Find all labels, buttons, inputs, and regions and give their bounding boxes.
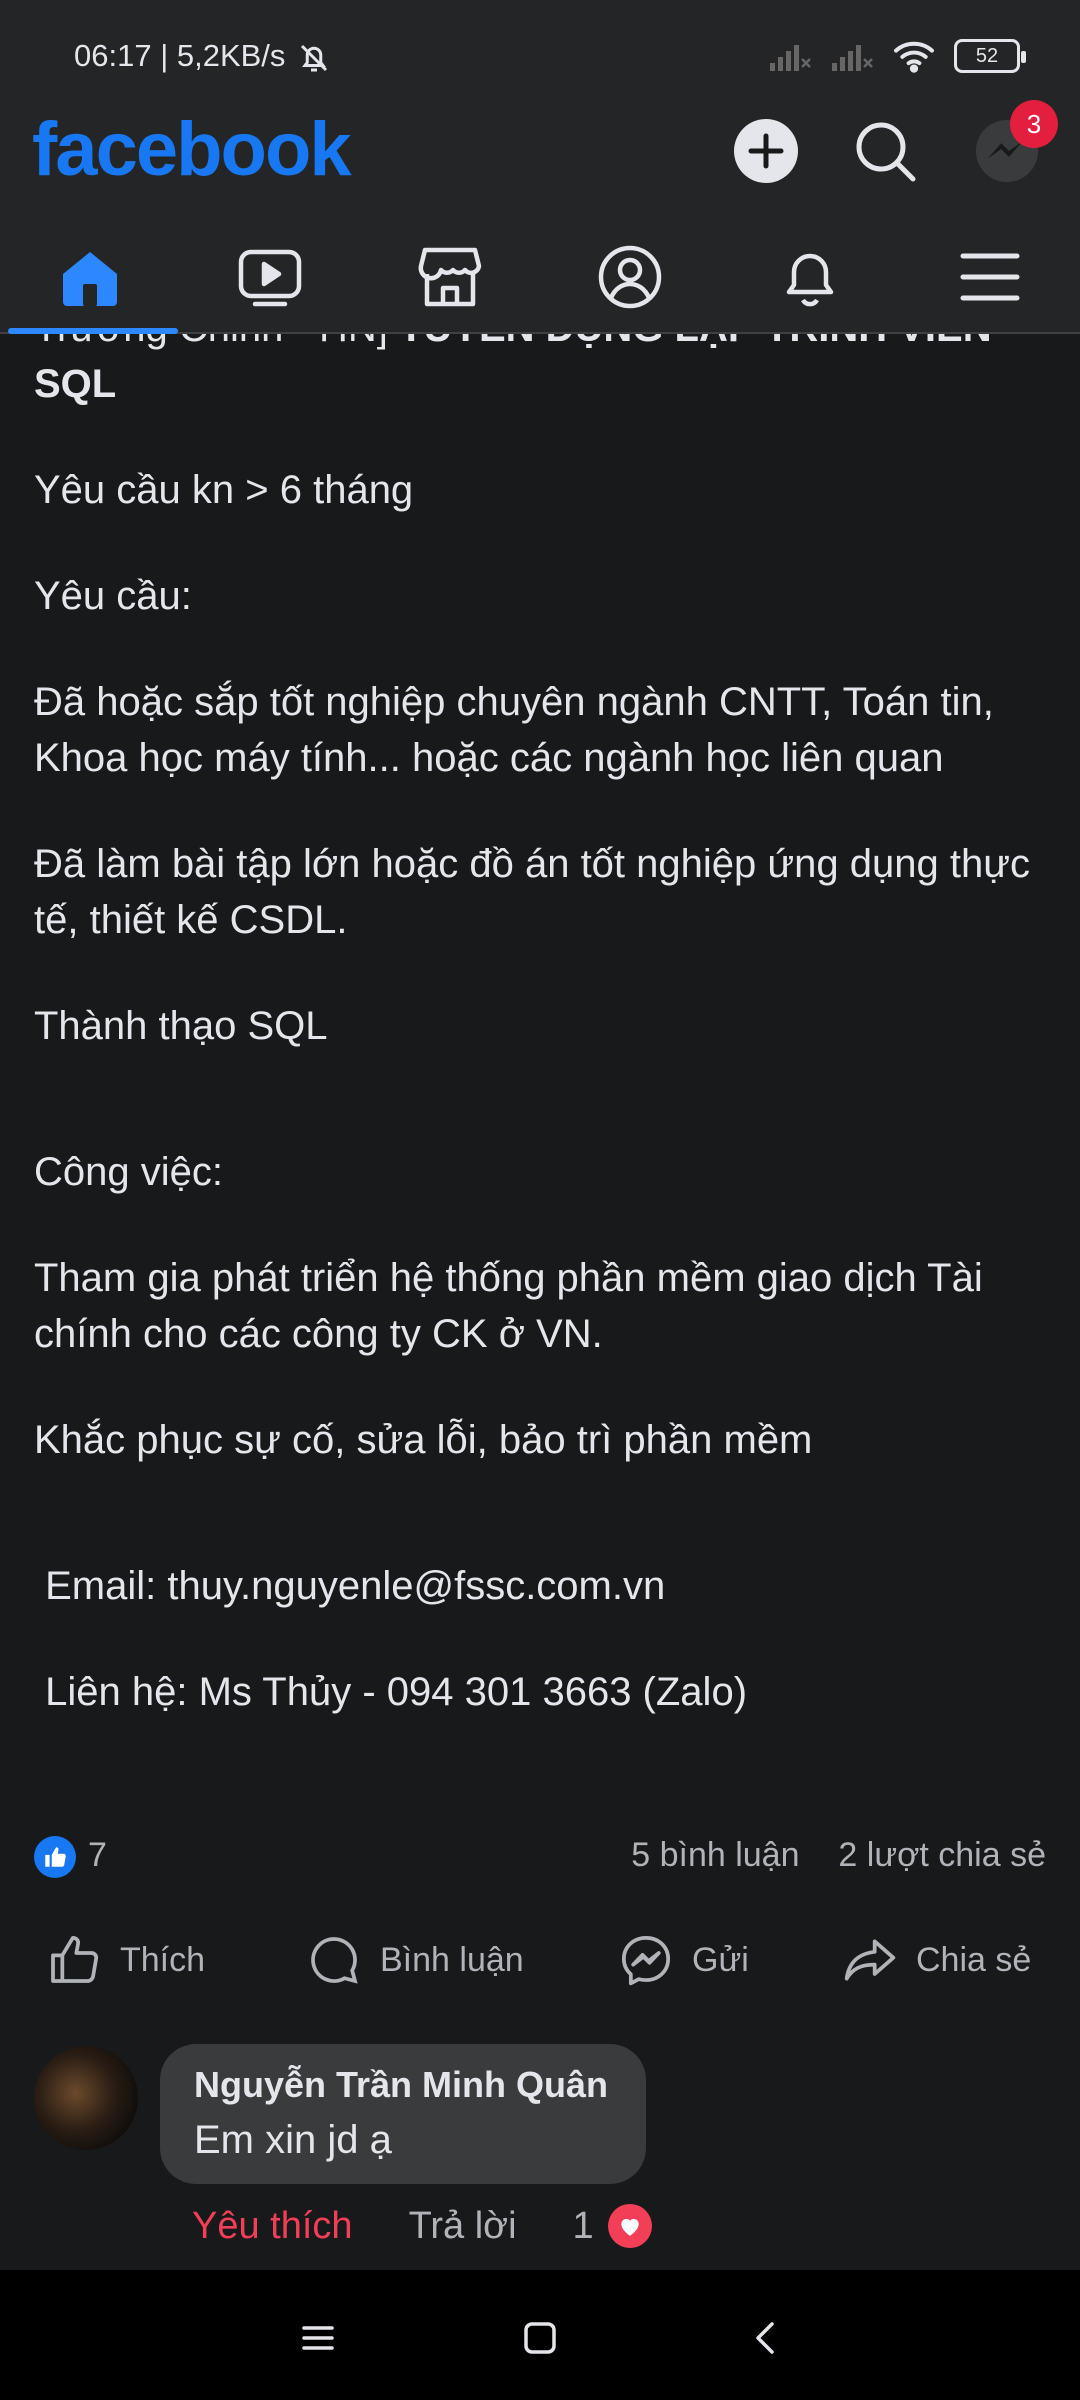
add-icon xyxy=(734,119,798,183)
bell-off-icon xyxy=(300,44,328,72)
search-icon xyxy=(856,122,916,182)
post-line: Yêu cầu: xyxy=(34,574,192,618)
post-email: Email: thuy.nguyenle@fssc.com.vn xyxy=(34,1564,666,1608)
comment-reaction-count: 1 xyxy=(572,2204,594,2247)
signal-off-icon xyxy=(770,45,811,71)
reactions-summary[interactable]: 7 5 bình luận 2 lượt chia sẻ xyxy=(0,1826,1080,1886)
send-button[interactable]: Gửi xyxy=(618,1920,749,2000)
status-icons: 52 xyxy=(768,34,1026,78)
main-nav xyxy=(0,222,1080,334)
like-icon xyxy=(51,1935,99,1983)
comment-label: Bình luận xyxy=(380,1940,524,1979)
video-icon xyxy=(238,249,302,307)
like-count: 7 xyxy=(88,1836,107,1874)
comment-actions: Yêu thích Trả lời 1 xyxy=(192,2196,652,2256)
share-icon xyxy=(844,1939,896,1981)
comment-button[interactable]: Bình luận xyxy=(306,1920,524,2000)
post-text: Trường Chinh - HN] TUYỂN DỤNG LẬP TRÌNH … xyxy=(34,334,1046,1770)
battery-icon: 52 xyxy=(954,39,1026,73)
post-line: Công việc: xyxy=(34,1150,223,1194)
menu-icon xyxy=(960,253,1020,301)
post-body: Trường Chinh - HN] TUYỂN DỤNG LẬP TRÌNH … xyxy=(0,334,1080,1824)
profile-icon xyxy=(598,245,662,309)
signal-off-icon xyxy=(832,45,873,71)
marketplace-icon xyxy=(418,247,482,307)
back-button[interactable] xyxy=(738,2310,794,2366)
notifications-icon xyxy=(786,253,834,307)
tab-menu[interactable] xyxy=(900,222,1080,332)
tab-home[interactable] xyxy=(0,222,180,332)
like-label: Thích xyxy=(120,1940,206,1979)
menu-lines-icon xyxy=(302,2326,334,2350)
square-home-icon xyxy=(524,2322,556,2354)
back-chevron-icon xyxy=(756,2322,774,2354)
tab-video[interactable] xyxy=(180,222,360,332)
post-actions: Thích Bình luận Gửi Chia sẻ xyxy=(0,1920,1080,2000)
messenger-send-icon xyxy=(621,1935,671,1986)
like-reaction-icon xyxy=(34,1836,76,1878)
like-button[interactable]: Thích xyxy=(46,1920,205,2000)
post-line: Yêu cầu kn > 6 tháng xyxy=(34,468,414,512)
tab-notifications[interactable] xyxy=(720,222,900,332)
post-line: Thành thạo SQL xyxy=(34,1004,328,1048)
post-line: Đã làm bài tập lớn hoặc đồ án tốt nghiệp… xyxy=(34,842,1030,942)
post-counts: 5 bình luận 2 lượt chia sẻ xyxy=(631,1836,1046,1875)
facebook-logo[interactable]: facebook xyxy=(32,110,352,190)
heart-icon[interactable] xyxy=(607,2204,652,2248)
system-nav-bar xyxy=(0,2270,1080,2400)
status-time: 06:17 | 5,2KB/s xyxy=(74,38,286,73)
create-button[interactable] xyxy=(733,118,799,184)
share-button[interactable]: Chia sẻ xyxy=(842,1920,1031,2000)
send-label: Gửi xyxy=(692,1940,749,1979)
home-system-button[interactable] xyxy=(512,2310,568,2366)
status-bar: 06:17 | 5,2KB/s 52 xyxy=(0,0,1080,110)
recents-button[interactable] xyxy=(290,2310,346,2366)
post-line: Tham gia phát triển hệ thống phần mềm gi… xyxy=(34,1256,983,1356)
post-line: Đã hoặc sắp tốt nghiệp chuyên ngành CNTT… xyxy=(34,680,994,780)
search-button[interactable] xyxy=(852,118,918,184)
wifi-icon xyxy=(894,41,934,73)
comment-bubble[interactable]: Nguyễn Trần Minh Quân Em xin jd ạ xyxy=(160,2044,646,2184)
tab-profile[interactable] xyxy=(540,222,720,332)
comment-author[interactable]: Nguyễn Trần Minh Quân xyxy=(194,2064,608,2106)
comment-reply-button[interactable]: Trả lời xyxy=(409,2205,517,2248)
tab-marketplace[interactable] xyxy=(360,222,540,332)
battery-level: 52 xyxy=(975,44,999,67)
messenger-badge: 3 xyxy=(1010,100,1058,148)
comment-text: Em xin jd ạ xyxy=(194,2118,392,2162)
share-label: Chia sẻ xyxy=(916,1940,1032,1979)
home-icon xyxy=(63,252,117,306)
post-contact: Liên hệ: Ms Thủy - 094 301 3663 (Zalo) xyxy=(34,1670,748,1714)
commenter-avatar[interactable] xyxy=(34,2046,138,2150)
comments-count[interactable]: 5 bình luận xyxy=(631,1836,799,1874)
comment-icon xyxy=(311,1937,358,1984)
post-intro: Trường Chinh - HN] xyxy=(34,334,399,350)
shares-count[interactable]: 2 lượt chia sẻ xyxy=(838,1836,1046,1874)
comment-like-button[interactable]: Yêu thích xyxy=(192,2205,353,2248)
app-header: facebook xyxy=(0,110,1080,222)
post-line: Khắc phục sự cố, sửa lỗi, bảo trì phần m… xyxy=(34,1418,813,1462)
